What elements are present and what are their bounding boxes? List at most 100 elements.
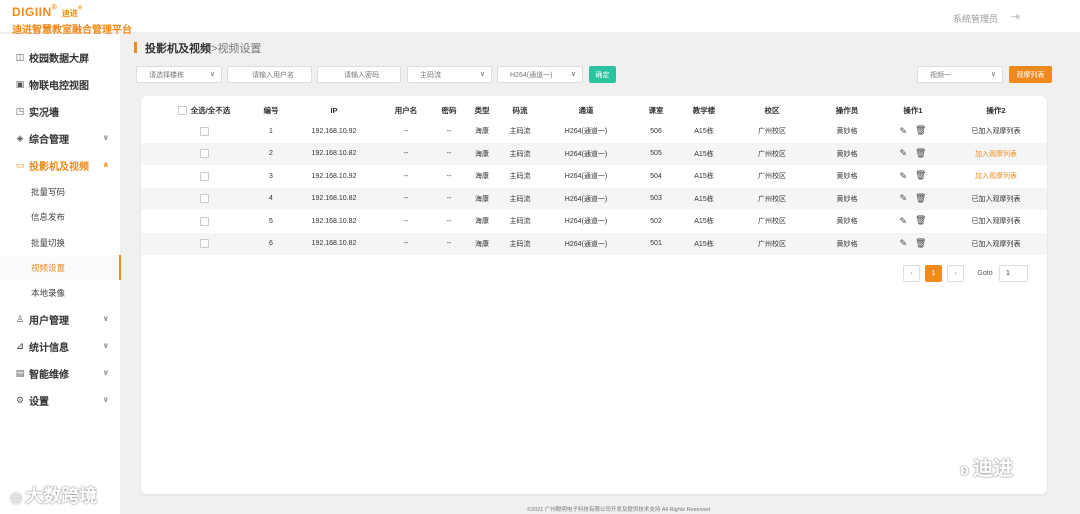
cell-pwd: -- (446, 172, 452, 180)
sidebar-item-1[interactable]: ▣ 物联电控视图 (0, 71, 121, 97)
sidebar-item-6[interactable]: ⊿ 统计信息 ∨ (0, 333, 121, 359)
cell-type: 海康 (475, 195, 489, 203)
wechat-icon: ʚ (960, 462, 970, 479)
sidebar-subitem-1[interactable]: 信息发布 (0, 204, 121, 229)
cell-no: 4 (269, 195, 273, 202)
cell-room: 505 (650, 150, 662, 157)
username-input[interactable]: 请输入用户名 (227, 66, 312, 83)
logout-icon[interactable]: ⇥ (1011, 10, 1020, 23)
table-row: 4 192.168.10.82 -- -- 海康 主码流 H264(通道一) 503 A15栋 广… (141, 187, 1047, 210)
password-input[interactable]: 请输入密码 (317, 66, 401, 83)
cell-ip: 192.168.10.82 (311, 240, 357, 247)
chevron-down-icon: ∨ (570, 71, 576, 78)
delete-icon[interactable]: 🗑 (915, 171, 926, 181)
sidebar-item-label: 实况墙 (29, 107, 59, 119)
sidebar-item-8[interactable]: ⚙ 设置 ∨ (0, 387, 121, 413)
cell-operator: 黄妙格 (836, 128, 858, 135)
breadcrumb-parent[interactable]: 投影机及视频 (145, 43, 211, 55)
delete-icon[interactable]: 🗑 (915, 216, 926, 226)
sidebar-subitem-0[interactable]: 批量写码 (0, 179, 121, 204)
sidebar-item-label: 物联电控视图 (29, 80, 89, 92)
add-to-view-list-link[interactable]: 加入观摩列表 (945, 143, 1047, 165)
added-to-view-list-text: 已加入观摩列表 (971, 128, 1021, 135)
column-header: 课室 (635, 100, 677, 120)
cell-actions: ✎ 🗑 (881, 210, 945, 232)
edit-icon[interactable]: ✎ (900, 216, 908, 227)
sidebar-subitem-3[interactable]: 视频设置 (0, 255, 121, 280)
cell-user: -- (403, 240, 409, 247)
view-list-button[interactable]: 观摩列表 (1009, 66, 1052, 83)
cell-ip: 192.168.10.82 (311, 195, 357, 202)
cell-campus: 广州校区 (758, 218, 786, 225)
sidebar-item-5[interactable]: ♙ 用户管理 ∨ (0, 306, 121, 332)
logo[interactable]: DIGIIN® 迪进® 迪进智慧教室融合管理平台 (12, 3, 132, 36)
brand-en: DIGIIN (12, 5, 52, 19)
table-card: 全选/全不选 编号 IP 用户名 密码 类型 码流 通道 课室 教学楼 校区 操作员 操作1 操作2 11… (141, 96, 1047, 494)
delete-icon[interactable]: 🗑 (915, 194, 926, 204)
column-header-label: 操作1 (903, 105, 923, 115)
row-checkbox[interactable] (199, 216, 209, 226)
cell-operator: 黄妙格 (836, 173, 858, 180)
sidebar-item-label: 投影机及视频 (29, 161, 89, 173)
row-checkbox[interactable] (199, 239, 209, 248)
stream-select[interactable]: 主码流 ∨ (407, 66, 492, 83)
sidebar-item-2[interactable]: ◳ 实况墙 (0, 98, 121, 124)
prev-page-button[interactable]: ‹ (903, 265, 920, 282)
added-to-view-list-text: 已加入观摩列表 (971, 240, 1021, 248)
goto-input[interactable]: 1 (999, 265, 1028, 282)
row-checkbox-cell (159, 165, 249, 187)
page-1-button[interactable]: 1 (925, 265, 942, 282)
screen-icon: ◫ (15, 51, 25, 62)
row-checkbox[interactable] (199, 149, 209, 158)
edit-icon[interactable]: ✎ (900, 171, 908, 182)
edit-icon[interactable]: ✎ (900, 193, 908, 204)
select-all-checkbox[interactable] (177, 105, 187, 115)
sidebar-item-label: 设置 (29, 396, 49, 408)
cell-channel: H264(通道一) (564, 128, 608, 135)
cell-user: -- (403, 150, 409, 157)
cell-user: -- (403, 217, 409, 225)
building-select[interactable]: 请选择楼栋 ∨ (136, 66, 222, 83)
watermark-logo-icon: ◎ (10, 489, 23, 505)
sidebar-item-label: 用户管理 (29, 315, 69, 327)
cell-no: 6 (269, 240, 273, 247)
add-to-view-list-link[interactable]: 加入观摩列表 (945, 165, 1047, 187)
sidebar-item-3[interactable]: ◈ 综合管理 ∨ (0, 125, 121, 151)
sidebar-subitem-4[interactable]: 本地录像 (0, 280, 121, 305)
sidebar-item-4[interactable]: ▭ 投影机及视频 ∧ (0, 152, 121, 178)
cell-building: A15栋 (694, 150, 714, 158)
column-header-label: 全选/全不选 (190, 105, 231, 115)
column-header[interactable]: 全选/全不选 (159, 100, 249, 120)
top-bar: DIGIIN® 迪进® 迪进智慧教室融合管理平台 系统管理员 ⇥ (0, 0, 1080, 36)
sidebar-item-7[interactable]: ▤ 智能维修 ∨ (0, 360, 121, 386)
row-checkbox[interactable] (199, 171, 209, 181)
cell-pwd: -- (446, 195, 452, 202)
admin-user[interactable]: 系统管理员 (953, 12, 998, 25)
delete-icon[interactable]: 🗑 (915, 126, 926, 136)
column-header: 操作员 (813, 100, 881, 120)
sidebar-item-0[interactable]: ◫ 校园数据大屏 (0, 44, 121, 70)
user-icon: ♙ (15, 313, 25, 324)
brand-cn: 迪进 (61, 9, 78, 18)
view-select-value: 视频一 (930, 71, 951, 79)
delete-icon[interactable]: 🗑 (915, 149, 926, 159)
view-select[interactable]: 视频一 ∨ (917, 66, 1003, 83)
edit-icon[interactable]: ✎ (900, 126, 908, 137)
column-header: 编号 (249, 100, 293, 120)
sidebar-subitem-2[interactable]: 批量切换 (0, 230, 121, 255)
chevron-down-icon: ∨ (102, 368, 110, 377)
goto-label: Goto (977, 270, 993, 277)
edit-icon[interactable]: ✎ (900, 148, 908, 159)
row-checkbox[interactable] (199, 126, 209, 136)
delete-icon[interactable]: 🗑 (915, 239, 926, 249)
next-page-button[interactable]: › (947, 265, 964, 282)
channel-select[interactable]: H264(通道一) ∨ (497, 66, 583, 83)
cell-channel: H264(通道一) (564, 218, 608, 225)
breadcrumb: 投影机及视频>视频设置 (134, 40, 261, 56)
chevron-down-icon: ∨ (102, 341, 110, 350)
cell-stream: 主码流 (509, 128, 531, 135)
edit-icon[interactable]: ✎ (900, 238, 908, 249)
chart-icon: ⊿ (16, 340, 24, 351)
confirm-button[interactable]: 确定 (589, 66, 616, 83)
row-checkbox[interactable] (199, 194, 209, 203)
